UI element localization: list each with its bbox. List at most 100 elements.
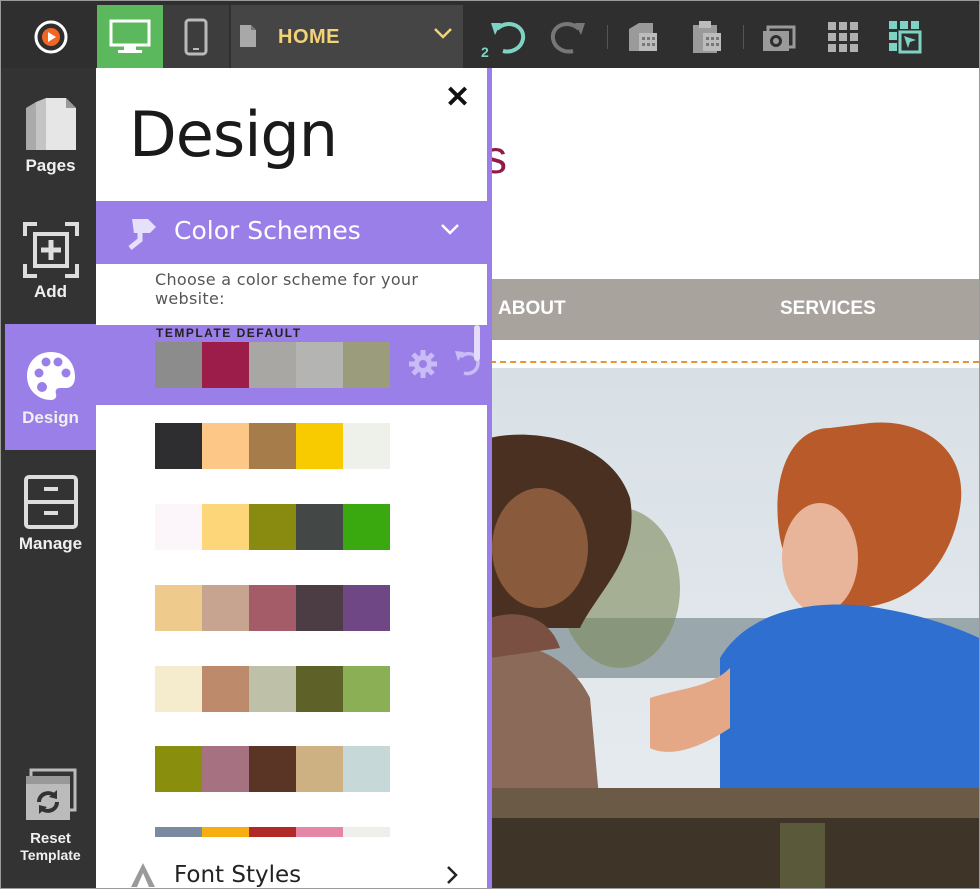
color-swatch bbox=[296, 827, 343, 837]
copy-icon bbox=[629, 22, 657, 51]
color-swatch bbox=[202, 666, 249, 712]
color-swatch bbox=[249, 423, 296, 469]
color-swatch bbox=[202, 504, 249, 550]
color-swatch bbox=[155, 827, 202, 837]
undo-count-badge: 2 bbox=[481, 44, 489, 60]
sidebar-item-label: Manage bbox=[18, 534, 83, 553]
color-swatch bbox=[155, 504, 202, 550]
color-swatch bbox=[202, 342, 249, 388]
color-swatch bbox=[343, 827, 390, 837]
mobile-view-button[interactable] bbox=[163, 5, 229, 68]
preview-eye-icon bbox=[763, 25, 796, 51]
color-scheme-option[interactable] bbox=[155, 746, 390, 792]
gear-icon[interactable] bbox=[408, 349, 438, 379]
paste-icon bbox=[693, 20, 721, 53]
mobile-icon bbox=[184, 18, 208, 55]
layout-select-icon bbox=[889, 20, 922, 53]
sidebar-item-label: Add bbox=[33, 282, 68, 301]
undo-button[interactable]: 2 bbox=[479, 5, 535, 68]
grid-view-button[interactable] bbox=[817, 5, 869, 68]
reset-label-line2: Template bbox=[20, 847, 81, 863]
reset-label-line1: Reset bbox=[30, 830, 71, 847]
layout-button[interactable] bbox=[879, 5, 931, 68]
color-swatch bbox=[155, 585, 202, 631]
color-swatch bbox=[155, 342, 202, 388]
preview-button[interactable] bbox=[753, 5, 805, 68]
desktop-view-button[interactable] bbox=[97, 5, 163, 68]
toolbar-divider bbox=[743, 25, 744, 49]
sidebar-item-design[interactable]: Design bbox=[5, 324, 96, 450]
color-swatch bbox=[343, 666, 390, 712]
color-swatch bbox=[249, 827, 296, 837]
color-swatch bbox=[343, 342, 390, 388]
redo-button[interactable] bbox=[541, 5, 597, 68]
color-scheme-option[interactable] bbox=[155, 423, 390, 469]
hero-photo bbox=[490, 368, 979, 888]
panel-title: Design bbox=[129, 98, 338, 171]
close-icon[interactable]: ✕ bbox=[445, 80, 470, 115]
top-toolbar: HOME 2 bbox=[1, 1, 979, 68]
color-swatch bbox=[343, 504, 390, 550]
color-schemes-header[interactable]: Color Schemes bbox=[96, 201, 487, 264]
color-scheme-option[interactable] bbox=[155, 504, 390, 550]
color-swatch bbox=[296, 342, 343, 388]
color-schemes-label: Color Schemes bbox=[174, 216, 361, 245]
site-title: s bbox=[490, 130, 507, 184]
chevron-down-icon bbox=[434, 28, 452, 39]
color-swatch bbox=[202, 827, 249, 837]
page-selector[interactable]: HOME bbox=[231, 5, 463, 68]
reset-template-button[interactable]: Reset Template bbox=[5, 768, 96, 863]
reset-icon bbox=[25, 768, 76, 820]
design-panel: Design ✕ Color Schemes Choose a color sc… bbox=[96, 68, 490, 888]
sidebar-item-pages[interactable]: Pages bbox=[5, 72, 96, 198]
color-scheme-option[interactable] bbox=[155, 585, 390, 631]
copy-button[interactable] bbox=[617, 5, 669, 68]
color-swatch bbox=[249, 504, 296, 550]
color-swatch bbox=[249, 746, 296, 792]
desktop-icon bbox=[109, 19, 151, 53]
sidebar-item-label: Design bbox=[22, 408, 79, 427]
color-swatch bbox=[249, 342, 296, 388]
add-icon bbox=[22, 222, 79, 278]
color-swatch-row bbox=[155, 342, 390, 388]
color-swatch bbox=[249, 666, 296, 712]
page-icon bbox=[240, 25, 256, 47]
paste-button[interactable] bbox=[681, 5, 733, 68]
selected-scheme-label: TEMPLATE DEFAULT bbox=[156, 326, 302, 340]
chevron-right-icon bbox=[447, 866, 458, 884]
color-swatch bbox=[296, 423, 343, 469]
nav-link-about[interactable]: ABOUT bbox=[498, 298, 566, 320]
color-swatch bbox=[296, 746, 343, 792]
color-scheme-option[interactable] bbox=[155, 666, 390, 712]
font-styles-header[interactable]: Font Styles bbox=[96, 853, 487, 888]
color-swatch bbox=[343, 746, 390, 792]
section-divider bbox=[490, 361, 979, 363]
app-logo-icon[interactable] bbox=[5, 5, 96, 68]
scrollbar-thumb[interactable] bbox=[474, 325, 480, 361]
sidebar-item-label: Pages bbox=[25, 156, 76, 175]
site-nav: ABOUT SERVICES bbox=[490, 279, 979, 340]
color-swatch bbox=[343, 585, 390, 631]
color-swatch bbox=[202, 423, 249, 469]
app-window: HOME 2 Pages Add Design Manage Reset Tem… bbox=[0, 0, 980, 889]
color-swatch bbox=[155, 666, 202, 712]
page-selector-label: HOME bbox=[278, 26, 340, 48]
color-swatch bbox=[202, 585, 249, 631]
panel-edge bbox=[487, 68, 492, 888]
paint-roller-icon bbox=[128, 219, 156, 250]
color-swatch bbox=[296, 666, 343, 712]
cabinet-icon bbox=[23, 475, 78, 529]
color-scheme-option[interactable] bbox=[155, 827, 390, 837]
grid-icon bbox=[828, 21, 858, 52]
nav-link-services[interactable]: SERVICES bbox=[780, 298, 876, 320]
color-swatch bbox=[155, 423, 202, 469]
sidebar-item-add[interactable]: Add bbox=[5, 198, 96, 324]
chevron-down-icon bbox=[441, 224, 459, 235]
color-swatch bbox=[343, 423, 390, 469]
color-swatch bbox=[296, 585, 343, 631]
sidebar-item-manage[interactable]: Manage bbox=[5, 450, 96, 576]
color-scheme-option-selected[interactable]: TEMPLATE DEFAULT bbox=[96, 325, 487, 405]
color-swatch bbox=[155, 746, 202, 792]
color-swatch bbox=[249, 585, 296, 631]
color-schemes-description: Choose a color scheme for your website: bbox=[155, 270, 419, 308]
